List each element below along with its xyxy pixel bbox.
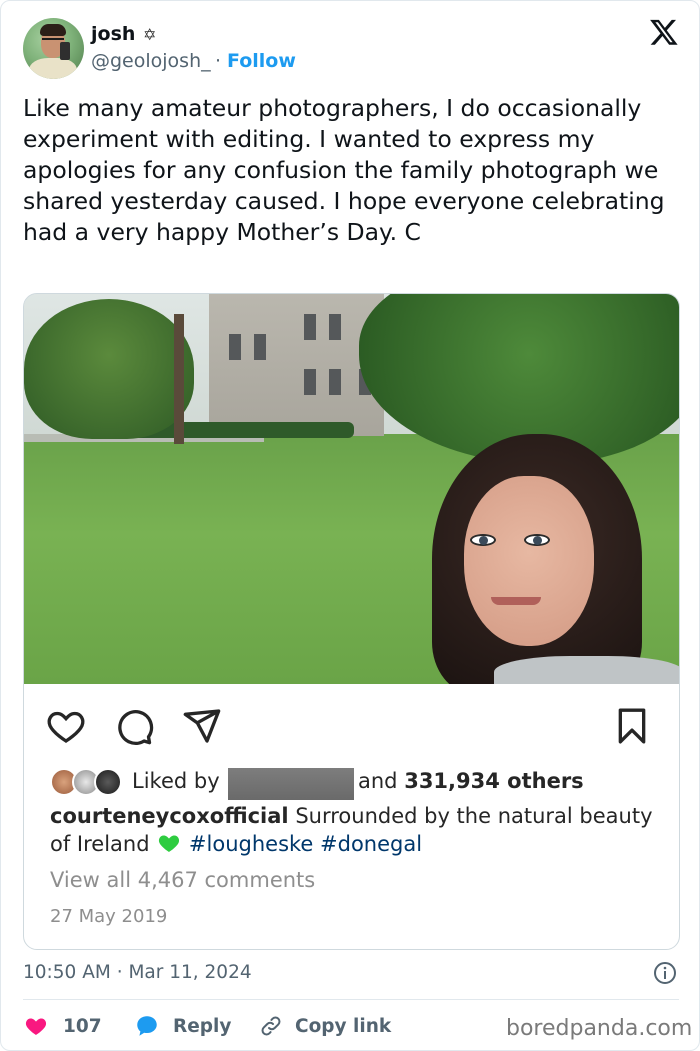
post-caption: courteneycoxofficial Surrounded by the n… bbox=[50, 802, 670, 858]
share-icon[interactable] bbox=[182, 706, 222, 746]
divider bbox=[23, 999, 679, 1000]
liked-by-label: Liked by bbox=[132, 769, 220, 793]
author-handle[interactable]: @geolojosh_ bbox=[91, 50, 211, 72]
green-heart-icon bbox=[159, 835, 180, 852]
post-date: 27 May 2019 bbox=[50, 906, 168, 927]
author-avatar[interactable] bbox=[23, 18, 84, 79]
copy-link-label: Copy link bbox=[295, 1015, 392, 1037]
like-button[interactable]: 107 bbox=[23, 1011, 102, 1041]
copy-link-button[interactable]: Copy link bbox=[259, 1011, 391, 1041]
post-actions bbox=[24, 684, 679, 754]
reply-button[interactable]: Reply bbox=[133, 1011, 231, 1041]
hashtag-link[interactable]: #donegal bbox=[320, 832, 422, 856]
post-photo[interactable] bbox=[24, 294, 679, 684]
liked-count: and 331,934 others bbox=[358, 769, 584, 793]
caption-username[interactable]: courteneycoxofficial bbox=[50, 804, 289, 828]
x-logo-icon[interactable] bbox=[649, 17, 679, 47]
star-of-david-icon: ✡ bbox=[143, 25, 157, 44]
heart-icon[interactable] bbox=[46, 706, 86, 746]
instagram-embed[interactable]: Liked by and 331,934 others courteneycox… bbox=[23, 293, 680, 950]
tweet-timestamp[interactable]: 10:50 AM · Mar 11, 2024 bbox=[23, 962, 252, 983]
view-comments-link[interactable]: View all 4,467 comments bbox=[50, 868, 315, 892]
watermark: boredpanda.com bbox=[506, 1016, 693, 1041]
info-icon[interactable] bbox=[653, 961, 677, 985]
hashtag-link[interactable]: #lougheske bbox=[189, 832, 313, 856]
comment-icon[interactable] bbox=[114, 706, 154, 746]
author-name[interactable]: josh bbox=[91, 23, 135, 45]
liked-by-row[interactable]: Liked by and 331,934 others bbox=[50, 768, 670, 800]
follow-button[interactable]: Follow bbox=[227, 50, 296, 72]
heart-filled-icon bbox=[25, 1018, 47, 1035]
like-count: 107 bbox=[63, 1015, 102, 1037]
separator-dot: · bbox=[215, 50, 222, 72]
bookmark-icon[interactable] bbox=[612, 706, 652, 746]
reply-label: Reply bbox=[173, 1015, 232, 1037]
liker-avatar bbox=[94, 768, 122, 796]
redacted-username bbox=[228, 768, 354, 800]
tweet-text: Like many amateur photographers, I do oc… bbox=[23, 94, 665, 246]
tweet-card: josh ✡ @geolojosh_ · Follow Like many am… bbox=[0, 0, 700, 1051]
link-icon bbox=[261, 1016, 281, 1036]
reply-bubble-icon bbox=[137, 1016, 157, 1036]
